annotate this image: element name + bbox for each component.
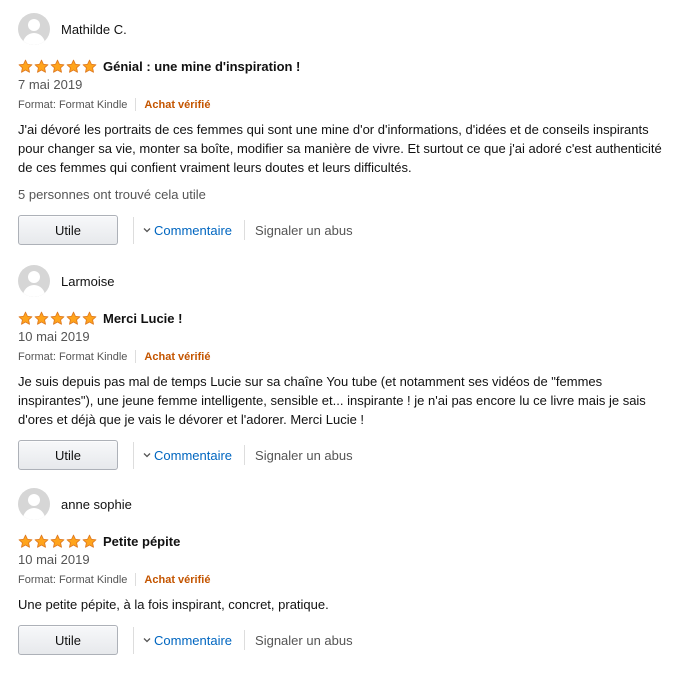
review-actions: Utile Commentaire Signaler un abus: [18, 215, 668, 245]
review-title[interactable]: Petite pépite: [103, 534, 180, 549]
report-abuse-link[interactable]: Signaler un abus: [255, 223, 353, 238]
comment-label[interactable]: Commentaire: [154, 633, 232, 648]
comment-label[interactable]: Commentaire: [154, 448, 232, 463]
filled-star-icon: [34, 311, 49, 325]
reviewer-profile[interactable]: anne sophie: [18, 488, 668, 520]
divider: [135, 573, 137, 586]
default-user-avatar-icon: [18, 265, 50, 297]
review-title[interactable]: Génial : une mine d'inspiration !: [103, 59, 300, 74]
filled-star-icon: [18, 534, 33, 548]
filled-star-icon: [50, 59, 65, 73]
review: Larmoise Merci Lucie ! 10 mai 2019 Forma…: [18, 265, 668, 470]
review: Mathilde C. Génial : une mine d'inspirat…: [18, 13, 668, 245]
default-user-avatar-icon: [18, 488, 50, 520]
star-rating[interactable]: [18, 311, 97, 326]
comment-link[interactable]: Commentaire: [143, 633, 232, 648]
filled-star-icon: [82, 311, 97, 325]
review-date: 10 mai 2019: [18, 329, 90, 344]
review-text: Une petite pépite, à la fois inspirant, …: [18, 597, 329, 612]
report-abuse-link[interactable]: Signaler un abus: [255, 633, 353, 648]
filled-star-icon: [18, 311, 33, 325]
filled-star-icon: [18, 59, 33, 73]
review-meta: Format: Format Kindle Achat vérifié: [18, 348, 668, 365]
filled-star-icon: [34, 534, 49, 548]
comment-link[interactable]: Commentaire: [143, 223, 232, 238]
divider: [135, 98, 137, 111]
format-label: Format: Format Kindle: [18, 98, 128, 111]
review-actions: Utile Commentaire Signaler un abus: [18, 625, 668, 655]
comment-link[interactable]: Commentaire: [143, 448, 232, 463]
review-meta: Format: Format Kindle Achat vérifié: [18, 96, 668, 113]
star-rating[interactable]: [18, 534, 97, 549]
divider: [135, 350, 137, 363]
review-text: J'ai dévoré les portraits de ces femmes …: [18, 122, 662, 175]
divider: [244, 220, 246, 240]
divider: [133, 216, 134, 244]
format-label: Format: Format Kindle: [18, 350, 128, 363]
filled-star-icon: [34, 59, 49, 73]
helpful-button[interactable]: Utile: [18, 215, 118, 245]
reviewer-name[interactable]: Mathilde C.: [61, 22, 127, 37]
filled-star-icon: [50, 534, 65, 548]
report-abuse-link[interactable]: Signaler un abus: [255, 448, 353, 463]
reviewer-profile[interactable]: Larmoise: [18, 265, 668, 297]
filled-star-icon: [82, 534, 97, 548]
filled-star-icon: [66, 534, 81, 548]
reviewer-name[interactable]: anne sophie: [61, 497, 132, 512]
divider: [133, 441, 134, 469]
verified-purchase-badge: Achat vérifié: [144, 350, 211, 363]
reviewer-profile[interactable]: Mathilde C.: [18, 13, 668, 45]
review: anne sophie Petite pépite 10 mai 2019 Fo…: [18, 488, 668, 655]
chevron-down-icon: [143, 453, 151, 458]
divider: [244, 445, 246, 465]
review-meta: Format: Format Kindle Achat vérifié: [18, 571, 668, 588]
verified-purchase-badge: Achat vérifié: [144, 573, 211, 586]
comment-label[interactable]: Commentaire: [154, 223, 232, 238]
helpful-button[interactable]: Utile: [18, 440, 118, 470]
helpful-count: 5 personnes ont trouvé cela utile: [18, 187, 206, 202]
default-user-avatar-icon: [18, 13, 50, 45]
review-date: 7 mai 2019: [18, 77, 83, 92]
reviewer-name[interactable]: Larmoise: [61, 274, 114, 289]
review-title[interactable]: Merci Lucie !: [103, 311, 182, 326]
review-actions: Utile Commentaire Signaler un abus: [18, 440, 668, 470]
format-label: Format: Format Kindle: [18, 573, 128, 586]
verified-purchase-badge: Achat vérifié: [144, 98, 211, 111]
star-rating[interactable]: [18, 59, 97, 74]
divider: [133, 626, 134, 654]
divider: [244, 630, 246, 650]
chevron-down-icon: [143, 228, 151, 233]
filled-star-icon: [82, 59, 97, 73]
review-date: 10 mai 2019: [18, 552, 90, 567]
chevron-down-icon: [143, 638, 151, 643]
filled-star-icon: [50, 311, 65, 325]
review-text: Je suis depuis pas mal de temps Lucie su…: [18, 374, 646, 427]
filled-star-icon: [66, 311, 81, 325]
helpful-button[interactable]: Utile: [18, 625, 118, 655]
filled-star-icon: [66, 59, 81, 73]
